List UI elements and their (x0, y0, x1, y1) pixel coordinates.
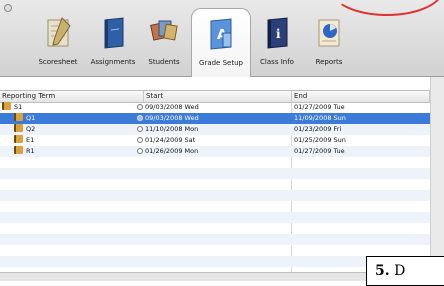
empty-row (0, 201, 430, 212)
empty-row (0, 157, 430, 168)
tab-students[interactable]: Students (142, 14, 186, 72)
tab-class-info[interactable]: i Class Info (252, 14, 302, 72)
end-date: 01/23/2009 Fri (294, 125, 342, 133)
calendar-icon[interactable] (137, 104, 143, 110)
table-row-selected[interactable]: Q1 09/03/2008 Wed 11/09/2008 Sun (0, 113, 430, 124)
term-name: Q1 (26, 114, 36, 122)
step-callout: 5. D (366, 256, 444, 286)
folder-icon (14, 135, 23, 143)
start-date: 09/03/2008 Wed (145, 103, 199, 111)
toolbar: Scoresheet Assignments Students A Grade … (0, 0, 444, 77)
tab-label: Students (148, 58, 180, 66)
callout-number: 5. (375, 263, 390, 279)
empty-row (0, 245, 430, 256)
term-name: Q2 (26, 125, 36, 133)
folder-icon (14, 146, 23, 154)
reporting-term-table: Reporting Term Start End S1 09/03/2008 W… (0, 77, 444, 281)
start-date: 09/03/2008 Wed (145, 114, 199, 122)
end-date: 11/09/2008 Sun (294, 114, 346, 122)
empty-row (0, 190, 430, 201)
students-icon (150, 20, 178, 41)
empty-row (0, 179, 430, 190)
calendar-icon[interactable] (137, 126, 143, 132)
term-name: S1 (14, 103, 23, 111)
start-date: 01/24/2009 Sat (145, 136, 196, 144)
start-date: 11/10/2008 Mon (145, 125, 199, 133)
column-header-start[interactable]: Start (144, 91, 292, 102)
table-row[interactable]: S1 09/03/2008 Wed 01/27/2009 Tue (0, 102, 430, 113)
empty-row (0, 168, 430, 179)
tab-label: Reports (315, 58, 343, 66)
empty-row (0, 212, 430, 223)
empty-row (0, 234, 430, 245)
tab-label: Grade Setup (199, 59, 243, 67)
end-date: 01/27/2009 Tue (294, 103, 345, 111)
table-row[interactable]: R1 01/26/2009 Mon 01/27/2009 Tue (0, 146, 430, 157)
calendar-icon[interactable] (137, 137, 143, 143)
tab-label: Assignments (90, 58, 136, 66)
side-pane (430, 77, 444, 281)
assignments-icon (104, 17, 124, 49)
term-name: E1 (26, 136, 35, 144)
grade-setup-icon: A (210, 18, 232, 50)
scoresheet-icon (47, 17, 71, 47)
folder-icon (14, 124, 23, 132)
end-date: 01/25/2009 Sun (294, 136, 346, 144)
tab-label: Class Info (260, 58, 294, 66)
tab-scoresheet[interactable]: Scoresheet (30, 14, 86, 72)
calendar-icon[interactable] (137, 148, 143, 154)
table-row[interactable]: Q2 11/10/2008 Mon 01/23/2009 Fri (0, 124, 430, 135)
column-header-end[interactable]: End (292, 91, 430, 102)
tab-label: Scoresheet (38, 58, 78, 66)
tab-assignments[interactable]: Assignments (86, 14, 140, 72)
window-close-icon[interactable] (4, 4, 12, 12)
table-row[interactable]: E1 01/24/2009 Sat 01/25/2009 Sun (0, 135, 430, 146)
end-date: 01/27/2009 Tue (294, 147, 345, 155)
class-info-icon: i (267, 17, 288, 49)
app-window: Scoresheet Assignments Students A Grade … (0, 0, 444, 281)
term-name: R1 (26, 147, 35, 155)
reports-icon (318, 19, 340, 47)
callout-text: D (394, 263, 406, 279)
column-header-reporting-term[interactable]: Reporting Term (0, 91, 144, 102)
svg-text:i: i (276, 27, 281, 41)
folder-icon (2, 102, 11, 110)
start-date: 01/26/2009 Mon (145, 147, 199, 155)
empty-row (0, 223, 430, 234)
folder-icon (14, 113, 23, 121)
calendar-icon[interactable] (137, 115, 143, 121)
tab-reports[interactable]: Reports (304, 14, 354, 72)
tab-grade-setup[interactable]: A Grade Setup (191, 8, 251, 77)
